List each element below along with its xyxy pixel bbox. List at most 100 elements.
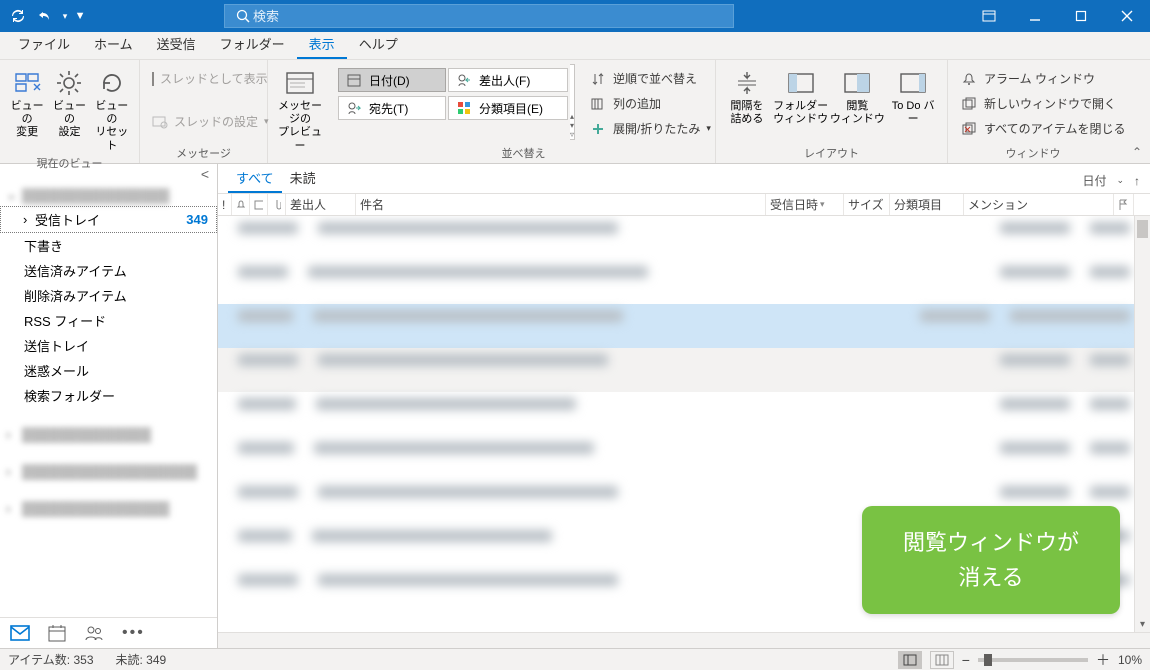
search-input[interactable]: [253, 9, 725, 24]
folder-search-label: 検索フォルダー: [24, 386, 115, 405]
column-headers: ! 差出人 件名 受信日時 サイズ 分類項目 メンション: [218, 194, 1150, 216]
account-header-2[interactable]: ›██████████████: [0, 424, 217, 445]
col-category[interactable]: 分類項目: [890, 194, 964, 215]
sort-by-dropdown-icon[interactable]: ⌄: [1116, 175, 1124, 186]
arrange-by-from-button[interactable]: 差出人(F): [448, 68, 568, 92]
account-header-1[interactable]: ⌄████████████████: [0, 184, 217, 206]
folder-rss[interactable]: RSS フィード: [0, 308, 217, 333]
message-row[interactable]: [218, 348, 1150, 392]
sync-icon[interactable]: [8, 8, 28, 24]
message-preview-button[interactable]: メッセージのプレビュー: [274, 64, 326, 153]
arrange-to-label: 宛先(T): [369, 100, 408, 117]
view-settings-button[interactable]: ビューの設定: [48, 64, 90, 140]
calendar-nav-icon[interactable]: [48, 624, 66, 642]
col-importance[interactable]: !: [218, 194, 232, 215]
add-columns-button[interactable]: 列の追加: [583, 93, 717, 114]
account-header-3[interactable]: ›███████████████████: [0, 461, 217, 482]
arrange-gallery-expand[interactable]: ▴▾▿: [570, 64, 575, 140]
qat-dropdown-icon[interactable]: ▾: [60, 11, 70, 22]
zoom-level: 10%: [1118, 653, 1142, 667]
message-row[interactable]: [218, 216, 1150, 260]
qat-overflow-icon[interactable]: ▼: [76, 10, 84, 22]
close-all-button[interactable]: すべてのアイテムを閉じる: [954, 118, 1131, 139]
view-mode-normal[interactable]: [898, 651, 922, 669]
folder-outbox[interactable]: 送信トレイ: [0, 333, 217, 358]
tab-view[interactable]: 表示: [297, 30, 347, 59]
maximize-button[interactable]: [1058, 0, 1104, 32]
tab-help[interactable]: ヘルプ: [347, 30, 410, 59]
change-view-button[interactable]: ビューの変更: [6, 64, 48, 140]
account-header-4[interactable]: ›████████████████: [0, 498, 217, 519]
more-nav-icon[interactable]: •••: [122, 624, 145, 642]
message-row-selected[interactable]: [218, 304, 1150, 348]
zoom-in-button[interactable]: ＋: [1096, 650, 1110, 670]
col-subject[interactable]: 件名: [356, 194, 766, 215]
spacing-icon: [734, 66, 760, 100]
alarm-window-label: アラーム ウィンドウ: [984, 70, 1095, 87]
mail-icon[interactable]: [10, 625, 30, 641]
col-flag[interactable]: [1114, 194, 1134, 215]
folder-pane: < ⌄████████████████ ›受信トレイ349 下書き 送信済みアイ…: [0, 164, 218, 648]
col-size[interactable]: サイズ: [844, 194, 890, 215]
tab-home[interactable]: ホーム: [82, 30, 145, 59]
folder-drafts[interactable]: 下書き: [0, 233, 217, 258]
collapse-ribbon-button[interactable]: ⌃: [1132, 145, 1142, 159]
reverse-sort-label: 逆順で並べ替え: [613, 70, 697, 87]
close-button[interactable]: [1104, 0, 1150, 32]
show-as-thread-label: スレッドとして表示: [160, 70, 268, 87]
tab-file[interactable]: ファイル: [6, 30, 82, 59]
spacing-button[interactable]: 間隔を詰める: [722, 64, 772, 126]
minimize-button[interactable]: [1012, 0, 1058, 32]
close-all-icon: [960, 122, 978, 136]
gear-icon: [55, 66, 83, 100]
col-mention[interactable]: メンション: [964, 194, 1114, 215]
col-attachment[interactable]: [268, 194, 286, 215]
group-layout: レイアウト: [722, 143, 941, 161]
arrange-by-to-button[interactable]: 宛先(T): [338, 96, 446, 120]
message-preview-label: メッセージのプレビュー: [274, 100, 326, 153]
arrange-by-category-button[interactable]: 分類項目(E): [448, 96, 568, 120]
tab-send-receive[interactable]: 送受信: [145, 30, 208, 59]
folder-pane-button[interactable]: フォルダーウィンドウ: [772, 64, 830, 126]
col-icon[interactable]: [250, 194, 268, 215]
arrange-by-date-button[interactable]: 日付(D): [338, 68, 446, 92]
search-box[interactable]: [224, 4, 734, 28]
reverse-sort-button[interactable]: 逆順で並べ替え: [583, 68, 717, 89]
vertical-scrollbar[interactable]: ▾: [1134, 216, 1150, 632]
message-row[interactable]: [218, 436, 1150, 480]
open-new-window-button[interactable]: 新しいウィンドウで開く: [954, 93, 1131, 114]
folder-inbox[interactable]: ›受信トレイ349: [0, 206, 217, 233]
undo-icon[interactable]: [34, 9, 54, 23]
people-nav-icon[interactable]: [84, 625, 104, 641]
nav-switcher: •••: [0, 617, 217, 648]
filter-unread-tab[interactable]: 未読: [282, 164, 324, 193]
message-row[interactable]: [218, 260, 1150, 304]
sort-by-label[interactable]: 日付: [1082, 172, 1106, 189]
horizontal-scrollbar[interactable]: [218, 632, 1150, 648]
zoom-slider[interactable]: [978, 658, 1088, 662]
folder-search[interactable]: 検索フォルダー: [0, 383, 217, 408]
sort-direction-button[interactable]: ↑: [1134, 174, 1140, 188]
col-from[interactable]: 差出人: [286, 194, 356, 215]
ribbon-display-button[interactable]: [966, 0, 1012, 32]
alarm-window-button[interactable]: アラーム ウィンドウ: [954, 68, 1131, 89]
view-settings-label: ビューの設定: [48, 100, 90, 140]
expand-collapse-button[interactable]: 展開/折りたたみ ▾: [583, 118, 717, 139]
folder-junk[interactable]: 迷惑メール: [0, 358, 217, 383]
ribbon: ビューの変更 ビューの設定 ビューのリセット 現在のビュー スレッドとして表示 …: [0, 60, 1150, 164]
zoom-out-button[interactable]: −: [962, 652, 970, 668]
folder-deleted[interactable]: 削除済みアイテム: [0, 283, 217, 308]
tab-folder[interactable]: フォルダー: [208, 30, 297, 59]
to-icon: [345, 101, 363, 115]
new-window-icon: [960, 97, 978, 111]
from-icon: [455, 73, 473, 87]
col-reminder[interactable]: [232, 194, 250, 215]
reset-view-button[interactable]: ビューのリセット: [91, 64, 133, 153]
col-received[interactable]: 受信日時: [766, 194, 844, 215]
filter-all-tab[interactable]: すべて: [228, 164, 282, 193]
reading-pane-button[interactable]: 閲覧ウィンドウ: [830, 64, 886, 126]
folder-sent[interactable]: 送信済みアイテム: [0, 258, 217, 283]
todo-bar-button[interactable]: To Do バー: [885, 64, 941, 126]
view-mode-reading[interactable]: [930, 651, 954, 669]
message-row[interactable]: [218, 392, 1150, 436]
